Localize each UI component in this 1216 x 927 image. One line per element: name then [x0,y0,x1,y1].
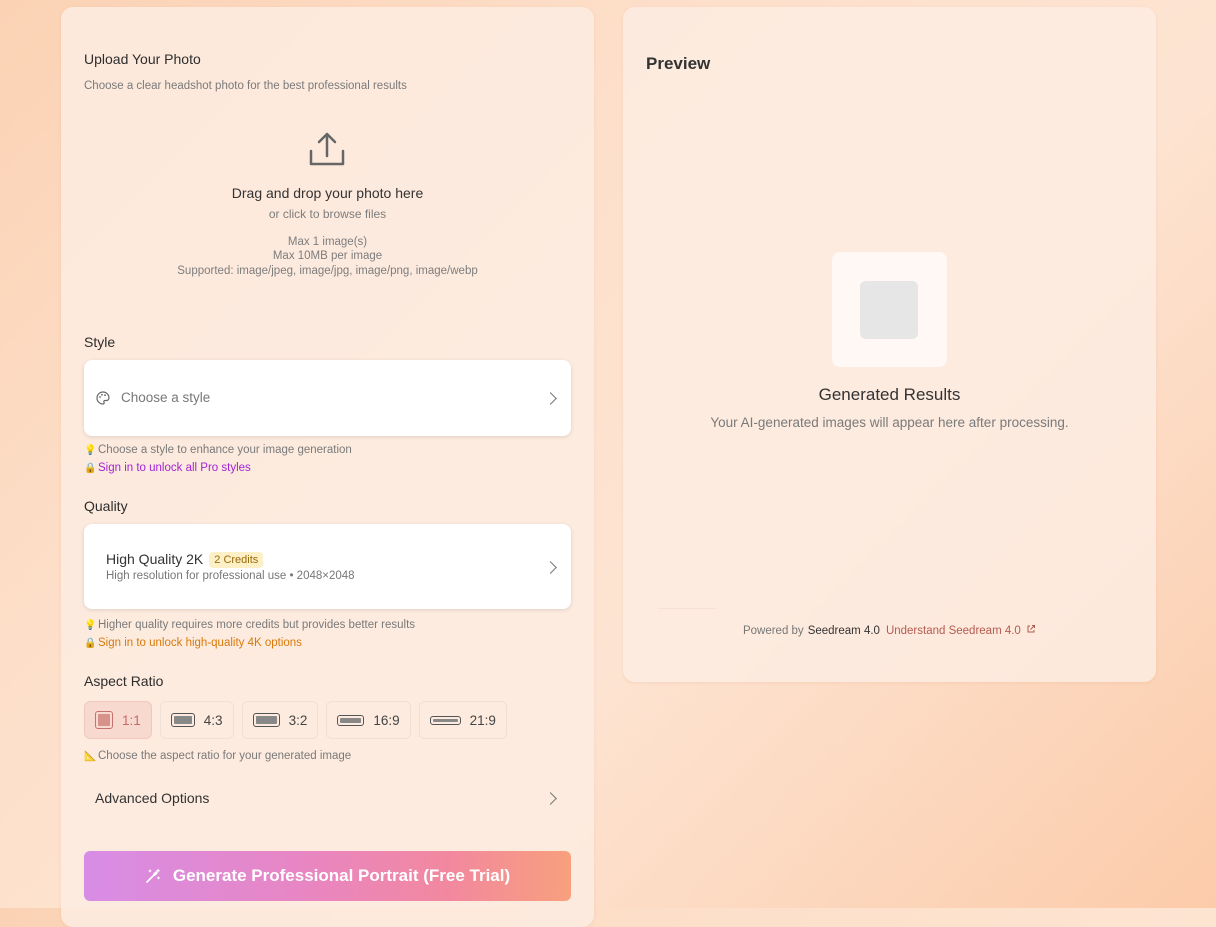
advanced-options-label: Advanced Options [95,790,210,806]
aspect-hint-text: Choose the aspect ratio for your generat… [98,750,352,762]
preview-panel: Preview Generated Results Your AI-genera… [623,7,1156,682]
quality-select[interactable]: High Quality 2K 2 Credits High resolution… [84,524,571,609]
lightbulb-icon: 💡 [84,445,97,456]
learn-model-link[interactable]: Understand Seedream 4.0 [886,625,1021,637]
ratio-1-1-button[interactable]: 1:1 [84,701,152,739]
magic-wand-icon [146,868,160,883]
quality-label: Quality [84,498,128,514]
ratio-1-1-label: 1:1 [122,712,141,728]
results-title: Generated Results [818,385,961,404]
model-name: Seedream 4.0 [807,625,880,637]
lock-icon: 🔒 [84,638,97,649]
generate-button[interactable]: Generate Professional Portrait (Free Tri… [84,851,571,901]
ratio-21-9-button[interactable]: 21:9 [418,701,507,739]
external-link-icon[interactable] [1026,624,1036,634]
chevron-right-icon [544,561,557,574]
lock-icon: 🔒 [84,463,97,474]
dropzone-max-images: Max 1 image(s) [287,236,368,248]
divider [658,608,716,609]
ratio-3-2-icon [252,713,280,727]
upload-subtitle: Choose a clear headshot photo for the be… [84,80,407,92]
lightbulb-icon: 💡 [84,620,97,631]
ratio-4-3-label: 4:3 [203,712,223,728]
credits-badge: 2 Credits [209,552,264,568]
results-subtitle: Your AI-generated images will appear her… [710,415,1069,430]
quality-unlock-link[interactable]: Sign in to unlock high-quality 4K option… [98,637,302,649]
style-placeholder: Choose a style [121,390,211,405]
aspect-hint: 📐 Choose the aspect ratio for your genera… [84,750,351,762]
chevron-right-icon [544,792,557,805]
settings-panel: Upload Your Photo Choose a clear headsho… [61,7,594,927]
generate-label: Generate Professional Portrait (Free Tri… [172,866,511,885]
upload-icon [309,132,345,166]
chevron-right-icon [544,392,557,405]
aspect-ratio-group: 1:1 4:3 3:2 16:9 21:9 [84,701,507,739]
ratio-4-3-button[interactable]: 4:3 [159,701,234,739]
advanced-options-toggle[interactable]: Advanced Options [84,777,571,817]
dropzone-subtitle: or click to browse files [268,207,387,221]
ratio-3-2-label: 3:2 [288,712,308,728]
ratio-16-9-label: 16:9 [373,712,400,728]
style-select[interactable]: Choose a style [84,360,571,436]
image-placeholder [832,252,947,367]
ratio-16-9-button[interactable]: 16:9 [326,701,411,739]
ratio-21-9-icon [429,715,461,725]
quality-name-row: High Quality 2K 2 Credits [106,551,264,568]
style-unlock[interactable]: 🔒 Sign in to unlock all Pro styles [84,462,251,474]
style-hint: 💡 Choose a style to enhance your image ge… [84,444,352,456]
aspect-label: Aspect Ratio [84,673,164,689]
style-unlock-link[interactable]: Sign in to unlock all Pro styles [98,462,251,474]
ratio-4-3-icon [170,713,195,727]
quality-unlock[interactable]: 🔒 Sign in to unlock high-quality 4K optio… [84,637,302,649]
ruler-triangle-icon: 📐 [84,751,97,762]
quality-desc: High resolution for professional use • 2… [106,570,355,582]
ratio-3-2-button[interactable]: 3:2 [241,701,319,739]
palette-icon [96,391,110,405]
powered-by: Powered by Seedream 4.0 Understand Seedrea… [623,624,1156,637]
ratio-1-1-icon [95,711,113,729]
ratio-21-9-label: 21:9 [469,712,496,728]
image-placeholder-icon [860,281,918,339]
quality-hint-text: Higher quality requires more credits but… [98,619,416,631]
dropzone-max-size: Max 10MB per image [272,250,383,262]
dropzone-title: Drag and drop your photo here [231,185,424,201]
quality-hint: 💡 Higher quality requires more credits bu… [84,619,415,631]
quality-name: High Quality 2K [106,551,204,567]
style-label: Style [84,334,116,350]
dropzone-supported: Supported: image/jpeg, image/jpg, image/… [177,265,478,277]
ratio-16-9-icon [337,714,365,726]
powered-by-label: Powered by [742,625,804,637]
style-hint-text: Choose a style to enhance your image gen… [98,444,352,456]
preview-title: Preview [646,54,711,73]
upload-title: Upload Your Photo [84,51,201,67]
